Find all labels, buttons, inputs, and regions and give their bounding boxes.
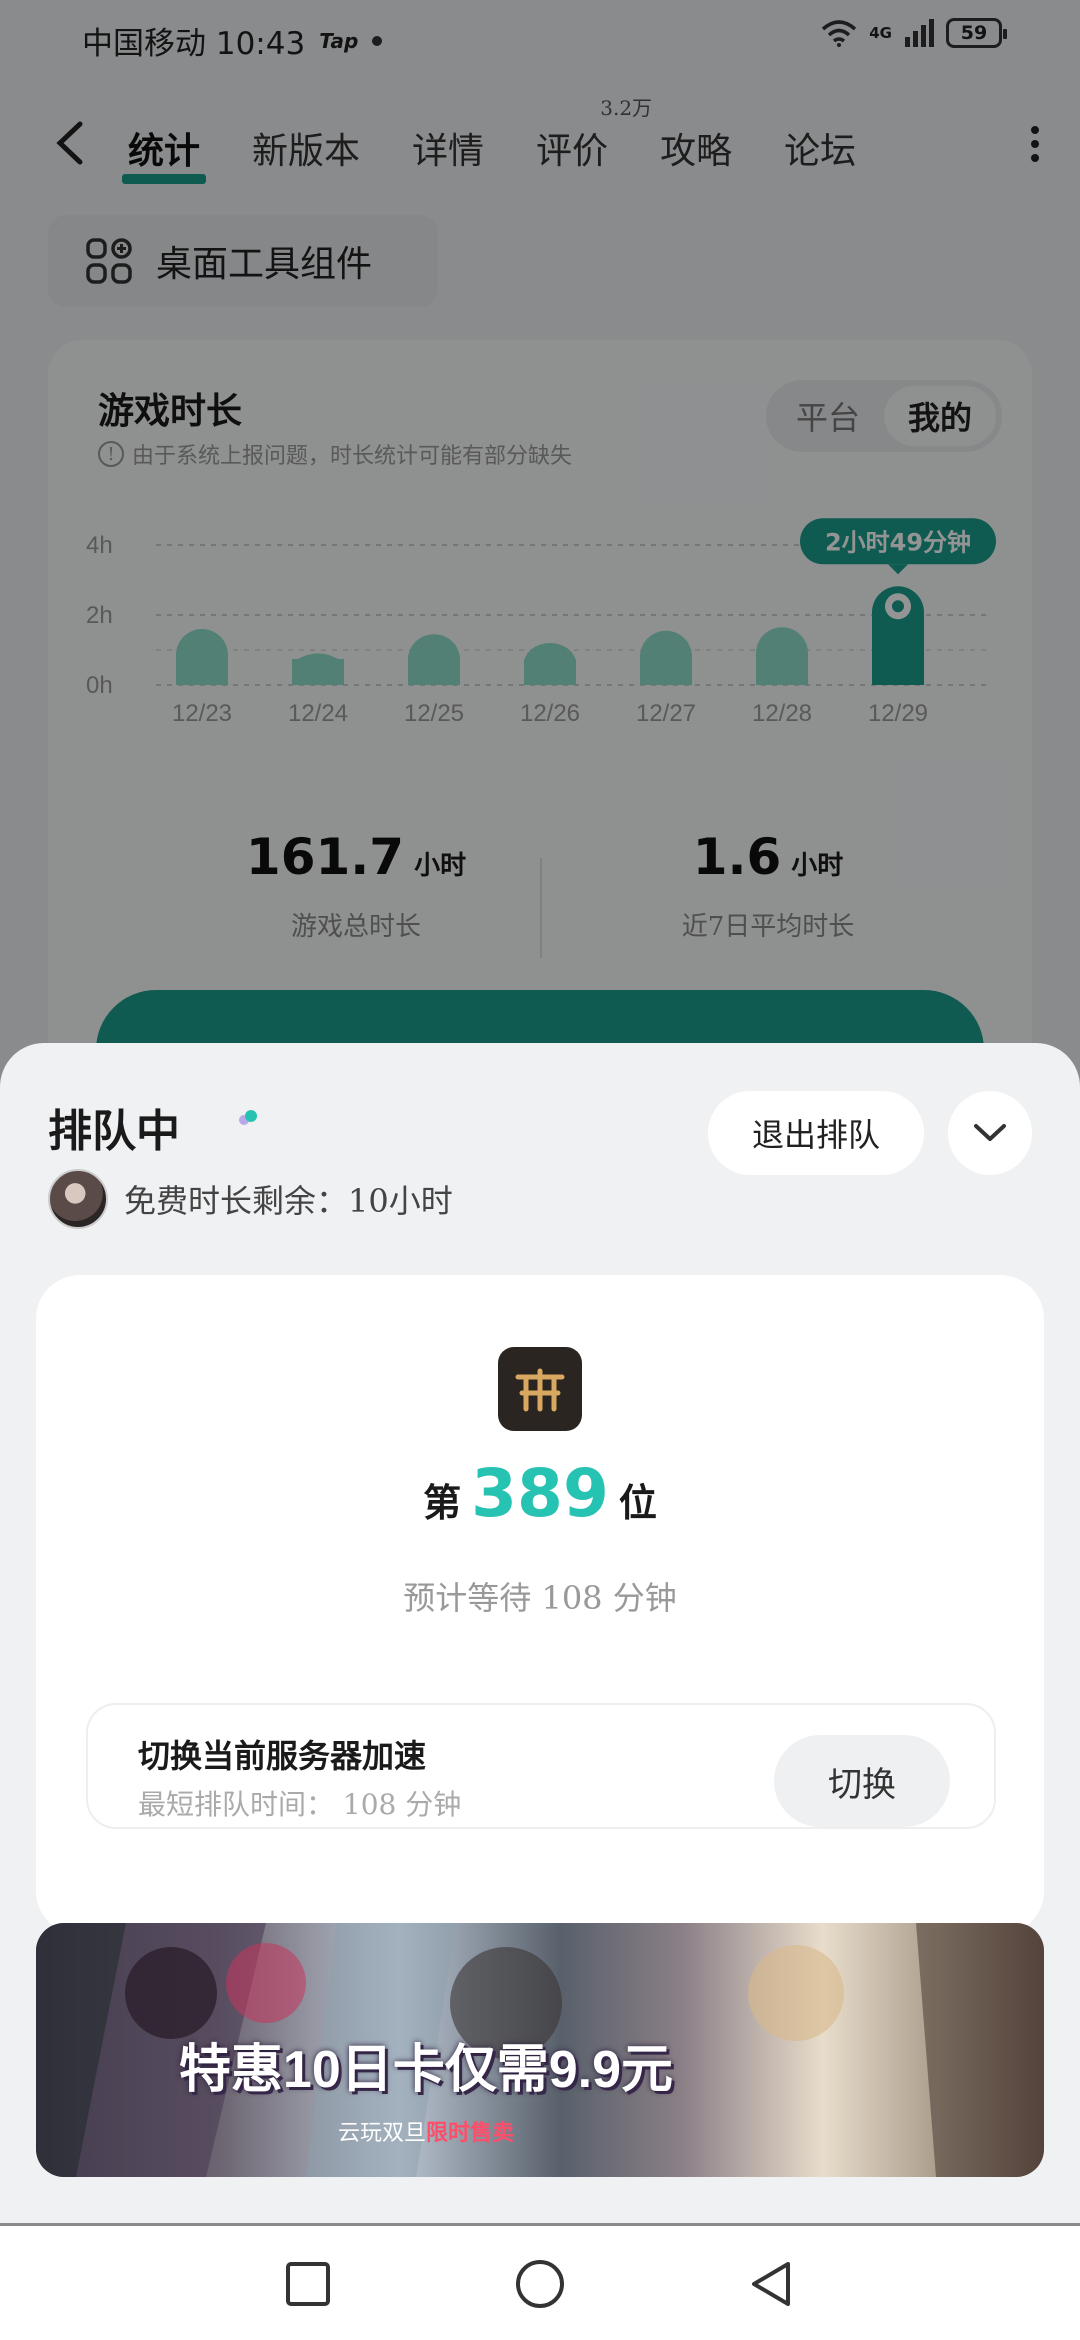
home-icon[interactable] — [512, 2256, 568, 2312]
rank-suffix: 位 — [618, 1480, 657, 1525]
queue-position-card: 第 389 位 预计等待 108 分钟 切换当前服务器加速 最短排队时间： 10… — [36, 1275, 1044, 1935]
promo-subline-prefix: 云玩双旦 — [337, 2120, 426, 2145]
promo-headline: 特惠10日卡仅需9.9元 — [178, 2041, 674, 2099]
queue-title: 排队中 — [48, 1106, 180, 1157]
promo-banner[interactable]: 特惠10日卡仅需9.9元 云玩双旦限时售卖 — [36, 1923, 1044, 2177]
collapse-button[interactable] — [948, 1091, 1032, 1175]
rank-prefix: 第 — [423, 1480, 462, 1525]
exit-queue-button[interactable]: 退出排队 — [708, 1091, 924, 1175]
free-time-row: 免费时长剩余：10小时 — [48, 1169, 453, 1229]
switch-server-label: 切换 — [828, 1764, 896, 1805]
promo-subline: 云玩双旦限时售卖 — [36, 2115, 816, 2147]
switch-server-button[interactable]: 切换 — [774, 1735, 950, 1827]
estimated-wait: 预计等待 108 分钟 — [403, 1579, 677, 1617]
shortest-queue-time: 最短排队时间： 108 分钟 — [138, 1788, 462, 1821]
exit-queue-label: 退出排队 — [751, 1116, 880, 1154]
game-icon — [498, 1347, 582, 1431]
free-time-text: 免费时长剩余：10小时 — [124, 1182, 453, 1220]
back-icon[interactable] — [744, 2256, 800, 2312]
queue-rank: 第 389 位 — [36, 1455, 1044, 1532]
system-nav-bar — [0, 2226, 1080, 2340]
recent-apps-icon[interactable] — [280, 2256, 336, 2312]
server-switch-title: 切换当前服务器加速 — [138, 1737, 427, 1775]
chevron-down-icon — [974, 1124, 1006, 1141]
promo-subline-highlight: 限时售卖 — [426, 2120, 515, 2145]
queue-sheet: 排队中 免费时长剩余：10小时 退出排队 第 389 位 预计等待 108 分钟… — [0, 1043, 1080, 2223]
rank-number: 389 — [471, 1455, 609, 1532]
game-logo-icon — [515, 1368, 565, 1412]
loading-indicator-icon — [239, 1110, 257, 1125]
avatar — [48, 1169, 108, 1229]
server-switch-card: 切换当前服务器加速 最短排队时间： 108 分钟 切换 — [86, 1703, 996, 1829]
